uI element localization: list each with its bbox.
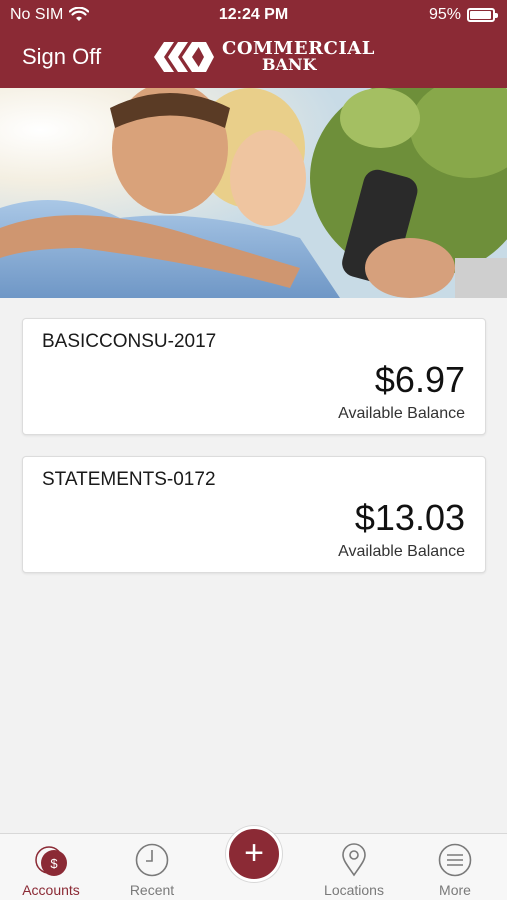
sign-off-button[interactable]: Sign Off	[22, 44, 101, 70]
account-card[interactable]: STATEMENTS-0172 $13.03 Available Balance	[22, 456, 486, 573]
menu-icon	[438, 843, 472, 877]
clock-icon	[135, 843, 169, 877]
app-header: No SIM 12:24 PM 95% Sign Off COMMERCIAL …	[0, 0, 507, 88]
tab-label: Locations	[324, 882, 384, 898]
account-name: BASICCONSU-2017	[42, 331, 217, 352]
hero-illustration	[0, 88, 507, 298]
tab-locations[interactable]: Locations	[304, 834, 404, 900]
account-balance: $6.97	[374, 359, 465, 400]
battery-icon	[467, 8, 498, 22]
logo-text: COMMERCIAL BANK	[222, 40, 375, 74]
logo-chevrons-icon	[154, 42, 214, 72]
available-balance-label: Available Balance	[338, 543, 465, 560]
tab-label: Accounts	[22, 882, 80, 898]
logo-line2: BANK	[262, 55, 317, 74]
account-balance: $13.03	[354, 497, 465, 538]
tab-label: More	[439, 882, 471, 898]
account-card[interactable]: BASICCONSU-2017 $6.97 Available Balance	[22, 318, 486, 435]
battery-percent: 95%	[428, 6, 461, 23]
dollar-icon: $	[35, 846, 67, 876]
battery-fill	[470, 11, 491, 19]
add-button[interactable]: +	[226, 826, 282, 882]
status-bar: No SIM 12:24 PM 95%	[0, 0, 507, 30]
tab-label: Recent	[129, 882, 175, 898]
location-pin-icon	[342, 843, 366, 877]
available-balance-label: Available Balance	[338, 405, 465, 422]
status-right: 95%	[428, 6, 498, 24]
svg-text:$: $	[50, 856, 58, 871]
commercial-bank-logo: COMMERCIAL BANK	[154, 40, 375, 74]
tab-recent[interactable]: Recent	[102, 834, 202, 900]
hero-photo	[0, 88, 507, 298]
tab-accounts[interactable]: $ Accounts	[1, 834, 101, 900]
account-name: STATEMENTS-0172	[42, 469, 216, 490]
tab-more[interactable]: More	[405, 834, 505, 900]
